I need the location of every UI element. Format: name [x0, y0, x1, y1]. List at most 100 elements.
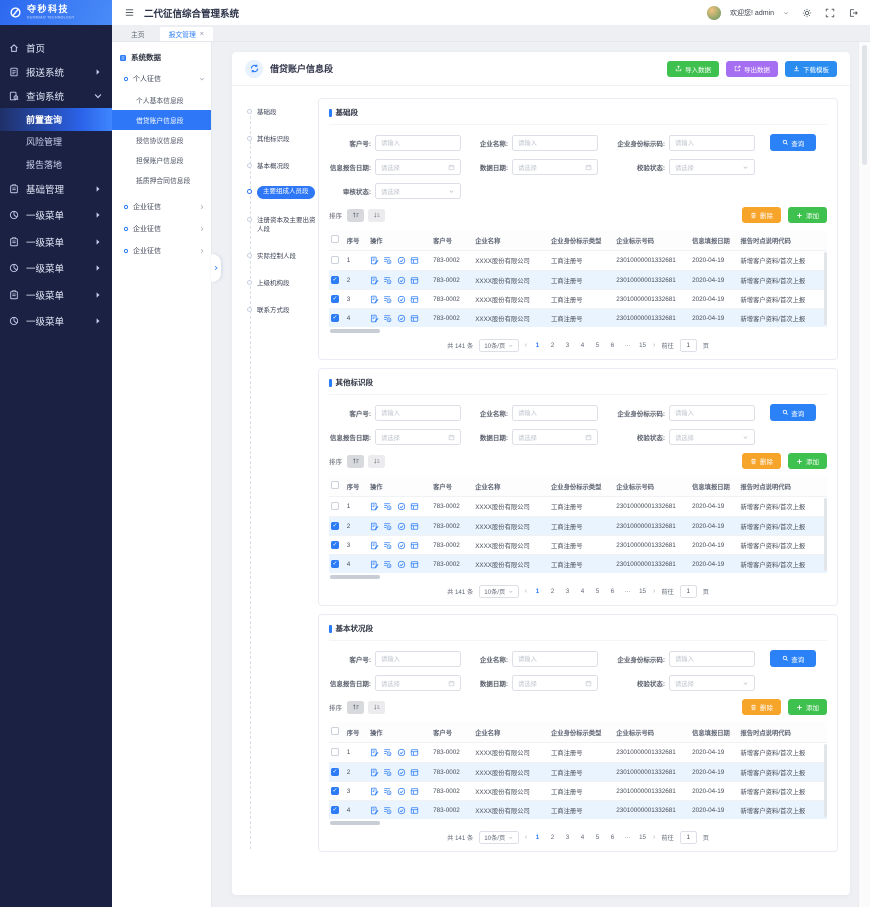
verify-check-icon[interactable] [397, 806, 406, 815]
tree-item-company-credit-1[interactable]: 企业征信 [112, 218, 211, 240]
table-row[interactable]: 4 783-0002 XXXX股份有限公司 工商注册号 230100000013… [329, 555, 827, 574]
goto-page-input[interactable] [680, 339, 697, 352]
verify-status-select[interactable]: 请选择 [669, 675, 755, 691]
tree-leaf-item[interactable]: 担保账户信息段 [112, 150, 211, 170]
sort-desc-button[interactable] [368, 209, 385, 222]
row-checkbox[interactable] [331, 314, 339, 322]
page-number[interactable]: 15 [638, 342, 647, 349]
verify-check-icon[interactable] [397, 748, 406, 757]
next-page-button[interactable]: › [653, 342, 655, 349]
page-number[interactable]: 5 [593, 834, 602, 841]
table-row[interactable]: 3 783-0002 XXXX股份有限公司 工商注册号 230100000013… [329, 782, 827, 801]
company-name-input[interactable]: 请输入 [512, 135, 598, 151]
view-detail-icon[interactable] [383, 806, 392, 815]
anchor-item-6[interactable]: 上级机构段 [244, 279, 318, 289]
data-date-picker[interactable]: 请选择 [512, 429, 598, 445]
page-number[interactable]: ··· [623, 834, 632, 841]
record-card-icon[interactable] [410, 541, 419, 550]
edit-document-icon[interactable] [370, 502, 379, 511]
sidebar-subitem[interactable]: 风险管理 [0, 131, 112, 154]
anchor-item-0[interactable]: 基础段 [244, 108, 318, 118]
table-row[interactable]: 2 783-0002 XXXX股份有限公司 工商注册号 230100000013… [329, 271, 827, 290]
goto-page-input[interactable] [680, 585, 697, 598]
page-number[interactable]: 1 [533, 588, 542, 595]
verify-check-icon[interactable] [397, 522, 406, 531]
tree-item-company-credit-0[interactable]: 企业征信 [112, 196, 211, 218]
view-detail-icon[interactable] [383, 295, 392, 304]
edit-document-icon[interactable] [370, 295, 379, 304]
next-page-button[interactable]: › [653, 834, 655, 841]
view-detail-icon[interactable] [383, 748, 392, 757]
table-row[interactable]: 1 783-0002 XXXX股份有限公司 工商注册号 230100000013… [329, 497, 827, 517]
sidebar-item-1[interactable]: 报送系统 [0, 60, 112, 84]
import-data-button[interactable]: 导入数据 [667, 61, 719, 77]
tree-leaf-item[interactable]: 抵质押合同信息段 [112, 170, 211, 190]
view-detail-icon[interactable] [383, 768, 392, 777]
verify-check-icon[interactable] [397, 787, 406, 796]
edit-document-icon[interactable] [370, 787, 379, 796]
select-all-checkbox[interactable] [331, 727, 339, 735]
edit-document-icon[interactable] [370, 522, 379, 531]
record-card-icon[interactable] [410, 256, 419, 265]
add-button[interactable]: 添加 [788, 699, 827, 715]
vertical-scrollbar[interactable] [824, 744, 828, 817]
horizontal-scrollbar[interactable] [330, 821, 380, 825]
vertical-scrollbar[interactable] [824, 252, 828, 325]
user-avatar[interactable] [707, 6, 721, 20]
view-detail-icon[interactable] [383, 541, 392, 550]
view-detail-icon[interactable] [383, 560, 392, 569]
page-number[interactable]: 6 [608, 834, 617, 841]
verify-check-icon[interactable] [397, 560, 406, 569]
tree-item-company-credit-2[interactable]: 企业征信 [112, 240, 211, 262]
page-number[interactable]: 15 [638, 834, 647, 841]
sidebar-item-4[interactable]: 一级菜单 [0, 202, 112, 229]
record-card-icon[interactable] [410, 787, 419, 796]
sidebar-collapse-handle[interactable] [211, 254, 221, 282]
anchor-item-7[interactable]: 联系方式段 [244, 306, 318, 316]
page-number[interactable]: 1 [533, 342, 542, 349]
table-row[interactable]: 4 783-0002 XXXX股份有限公司 工商注册号 230100000013… [329, 309, 827, 328]
goto-page-input[interactable] [680, 831, 697, 844]
row-checkbox[interactable] [331, 295, 339, 303]
corp-id-input[interactable]: 请输入 [669, 405, 755, 421]
sort-desc-button[interactable] [368, 701, 385, 714]
delete-button[interactable]: 删除 [742, 207, 781, 223]
horizontal-scrollbar[interactable] [330, 575, 380, 579]
company-name-input[interactable]: 请输入 [512, 651, 598, 667]
row-checkbox[interactable] [331, 522, 339, 530]
prev-page-button[interactable]: ‹ [525, 342, 527, 349]
next-page-button[interactable]: › [653, 588, 655, 595]
search-button[interactable]: 查询 [770, 134, 816, 151]
edit-document-icon[interactable] [370, 314, 379, 323]
table-row[interactable]: 1 783-0002 XXXX股份有限公司 工商注册号 230100000013… [329, 251, 827, 271]
edit-document-icon[interactable] [370, 560, 379, 569]
table-row[interactable]: 2 783-0002 XXXX股份有限公司 工商注册号 230100000013… [329, 517, 827, 536]
customer-no-input[interactable]: 请输入 [375, 405, 461, 421]
edit-document-icon[interactable] [370, 256, 379, 265]
page-size-select[interactable]: 10条/页 [479, 585, 518, 598]
anchor-item-2[interactable]: 基本概况段 [244, 162, 318, 172]
verify-status-select[interactable]: 请选择 [669, 429, 755, 445]
settings-gear-icon[interactable] [802, 8, 812, 18]
table-row[interactable]: 3 783-0002 XXXX股份有限公司 工商注册号 230100000013… [329, 536, 827, 555]
row-checkbox[interactable] [331, 560, 339, 568]
tree-item-personal-credit[interactable]: 个人征信 [112, 68, 211, 90]
sidebar-item-3[interactable]: 基础管理 [0, 176, 112, 203]
view-detail-icon[interactable] [383, 256, 392, 265]
record-card-icon[interactable] [410, 276, 419, 285]
tree-leaf-item[interactable]: 授信协议信息段 [112, 130, 211, 150]
search-button[interactable]: 查询 [770, 404, 816, 421]
row-checkbox[interactable] [331, 768, 339, 776]
edit-document-icon[interactable] [370, 768, 379, 777]
view-detail-icon[interactable] [383, 314, 392, 323]
data-date-picker[interactable]: 请选择 [512, 159, 598, 175]
edit-document-icon[interactable] [370, 276, 379, 285]
sidebar-item-2[interactable]: 查询系统 [0, 84, 112, 108]
close-icon[interactable]: × [200, 31, 204, 38]
report-date-picker[interactable]: 请选择 [375, 675, 461, 691]
sidebar-item-0[interactable]: 首页 [0, 36, 112, 60]
sidebar-subitem[interactable]: 报告落地 [0, 153, 112, 176]
page-number[interactable]: 4 [578, 342, 587, 349]
delete-button[interactable]: 删除 [742, 699, 781, 715]
row-checkbox[interactable] [331, 787, 339, 795]
